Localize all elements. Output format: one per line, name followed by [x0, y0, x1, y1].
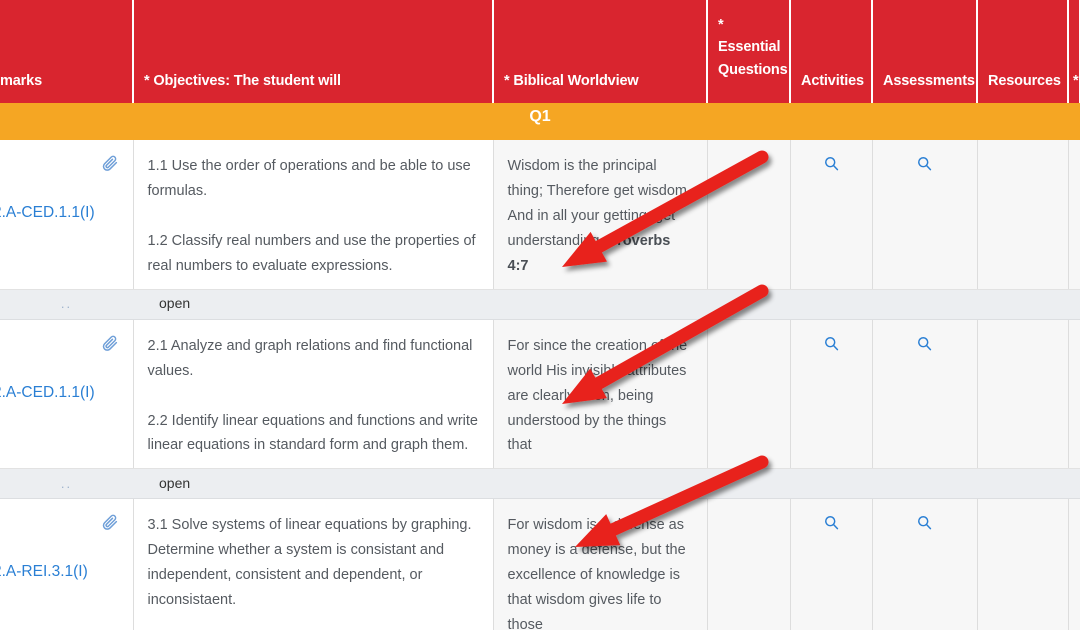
- column-header-activities-label: Activities: [801, 72, 864, 89]
- search-icon[interactable]: [916, 514, 933, 531]
- column-header-eq-star: *: [718, 17, 724, 33]
- cell-activities[interactable]: [790, 140, 873, 290]
- cell-extra-truncated[interactable]: [1068, 498, 1080, 630]
- column-header-assessments-label: Assessments: [883, 72, 975, 89]
- cell-objectives[interactable]: 2.1 Analyze and graph relations and find…: [133, 319, 494, 470]
- column-header-biblical-worldview-label: * Biblical Worldview: [504, 72, 639, 89]
- row-expander-strip[interactable]: .. open: [0, 288, 1080, 320]
- column-header-assessments[interactable]: Assessments: [872, 0, 978, 103]
- curriculum-table: marks * Objectives: The student will * B…: [0, 0, 1080, 630]
- verse-text: For since the creation of the world His …: [507, 337, 688, 454]
- column-header-objectives[interactable]: * Objectives: The student will: [133, 0, 494, 103]
- cell-biblical-worldview[interactable]: Wisdom is the principal thing; Therefore…: [493, 140, 708, 290]
- cell-essential-questions[interactable]: [707, 140, 791, 290]
- cell-resources[interactable]: [977, 140, 1069, 290]
- cell-assessments[interactable]: [872, 319, 978, 470]
- expander-dots: ..: [0, 288, 133, 320]
- cell-assessments[interactable]: [872, 498, 978, 630]
- column-header-extra-truncated[interactable]: *: [1068, 0, 1080, 103]
- cell-activities[interactable]: [790, 319, 873, 470]
- column-header-biblical-worldview[interactable]: * Biblical Worldview: [493, 0, 708, 103]
- column-header-activities[interactable]: Activities: [790, 0, 873, 103]
- column-header-resources[interactable]: Resources: [977, 0, 1069, 103]
- curriculum-map-page: marks * Objectives: The student will * B…: [0, 0, 1080, 630]
- column-header-eq-label-line2: Questions: [718, 61, 788, 78]
- expander-dots: ..: [0, 468, 133, 500]
- expander-open-cell[interactable]: open: [133, 288, 1080, 320]
- benchmark-code-link[interactable]: 2.A-CED.1.1(I): [0, 200, 95, 227]
- cell-extra-truncated[interactable]: [1068, 319, 1080, 470]
- verse-text: For wisdom is a defense as money is a de…: [507, 517, 686, 630]
- quarter-label-q1: Q1: [0, 103, 1080, 140]
- cell-assessments[interactable]: [872, 140, 978, 290]
- search-icon[interactable]: [916, 155, 933, 172]
- column-header-resources-label: Resources: [988, 72, 1061, 89]
- cell-benchmarks[interactable]: 2.A-CED.1.1(I): [0, 319, 134, 470]
- cell-biblical-worldview[interactable]: For since the creation of the world His …: [493, 319, 708, 470]
- quarter-divider-row: Q1: [0, 103, 1080, 140]
- table-row[interactable]: 2.A-CED.1.1(I) 2.1 Analyze and graph rela…: [0, 319, 1080, 470]
- search-icon[interactable]: [823, 155, 840, 172]
- column-header-eq-label-line1: Essential: [718, 39, 781, 56]
- cell-benchmarks[interactable]: 2.A-CED.1.1(I): [0, 140, 134, 290]
- cell-resources[interactable]: [977, 498, 1069, 630]
- column-header-objectives-label: * Objectives: The student will: [144, 72, 341, 89]
- search-icon[interactable]: [823, 514, 840, 531]
- cell-benchmarks[interactable]: 2.A-REI.3.1(I): [0, 498, 134, 630]
- table-header: marks * Objectives: The student will * B…: [0, 0, 1080, 103]
- column-header-extra-label: *: [1073, 72, 1079, 89]
- column-header-benchmarks-label: marks: [0, 72, 42, 89]
- paperclip-icon[interactable]: [101, 513, 119, 531]
- search-icon[interactable]: [916, 335, 933, 352]
- table-body: Q1 2.A-CED.1.1(I) 1.1 Use the order of ope…: [0, 103, 1080, 630]
- paperclip-icon[interactable]: [101, 334, 119, 352]
- cell-extra-truncated[interactable]: [1068, 140, 1080, 290]
- open-link[interactable]: open: [133, 475, 190, 491]
- benchmark-code-link[interactable]: 2.A-REI.3.1(I): [0, 559, 88, 586]
- benchmark-code-link[interactable]: 2.A-CED.1.1(I): [0, 380, 95, 407]
- cell-essential-questions[interactable]: [707, 319, 791, 470]
- header-row: marks * Objectives: The student will * B…: [0, 0, 1080, 103]
- table-row[interactable]: 2.A-REI.3.1(I) 3.1 Solve systems of linea…: [0, 498, 1080, 630]
- open-link[interactable]: open: [133, 295, 190, 311]
- expander-open-cell[interactable]: open: [133, 468, 1080, 500]
- cell-activities[interactable]: [790, 498, 873, 630]
- column-header-essential-questions[interactable]: * Essential Questions: [707, 0, 791, 103]
- cell-biblical-worldview[interactable]: For wisdom is a defense as money is a de…: [493, 498, 708, 630]
- cell-resources[interactable]: [977, 319, 1069, 470]
- paperclip-icon[interactable]: [101, 154, 119, 172]
- cell-essential-questions[interactable]: [707, 498, 791, 630]
- cell-objectives[interactable]: 1.1 Use the order of operations and be a…: [133, 140, 494, 290]
- row-expander-strip[interactable]: .. open: [0, 468, 1080, 500]
- cell-objectives[interactable]: 3.1 Solve systems of linear equations by…: [133, 498, 494, 630]
- column-header-benchmarks[interactable]: marks: [0, 0, 134, 103]
- search-icon[interactable]: [823, 335, 840, 352]
- table-row[interactable]: 2.A-CED.1.1(I) 1.1 Use the order of opera…: [0, 140, 1080, 290]
